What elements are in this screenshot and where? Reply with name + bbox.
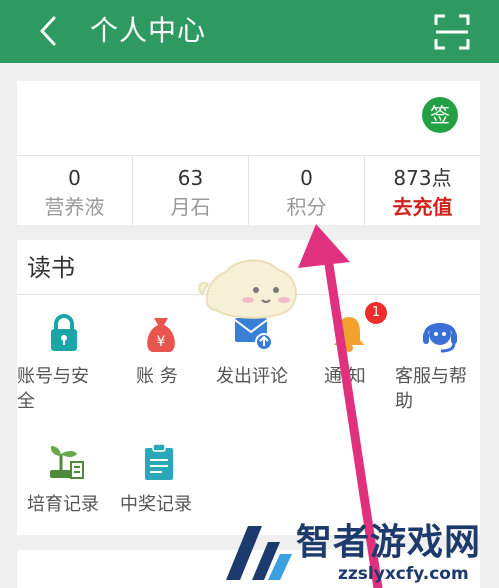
menu-item-finance[interactable]: ¥ 账 务 [114, 312, 208, 387]
menu-item-label: 中奖记录 [120, 494, 192, 515]
svg-text:¥: ¥ [157, 334, 166, 350]
watermark-logo-icon [226, 526, 292, 580]
watermark-title: 智者游戏网 [296, 522, 482, 563]
sprout-icon [50, 446, 84, 479]
menu-item-label: 账号与安 [17, 366, 89, 387]
stat-moonstone[interactable]: 63 月石 [132, 156, 248, 225]
stat-label: 积分 [286, 195, 327, 219]
menu-item-support[interactable]: 客服与帮 助 [393, 312, 487, 412]
stat-label: 营养液 [44, 195, 105, 219]
back-arrow-icon[interactable] [34, 14, 64, 48]
menu-item-label-cont: 全 [17, 391, 35, 412]
recharge-link[interactable]: 去充值 [365, 194, 480, 220]
menu-item-label: 客服与帮 [395, 366, 467, 387]
menu-item-account-security[interactable]: 账号与安 全 [17, 312, 111, 412]
scan-icon[interactable] [434, 14, 470, 50]
stats-row: 0 营养液 63 月石 0 积分 873点 去充值 [17, 155, 480, 225]
section-title: 读书 [27, 254, 75, 282]
stat-label: 月石 [170, 195, 211, 219]
app-header: 个人中心 [0, 0, 499, 63]
menu-item-label: 培育记录 [27, 494, 99, 515]
watermark-url: zzslyxcfy.com [338, 564, 469, 584]
stat-value: 0 [300, 166, 313, 190]
profile-card: 签 0 营养液 63 月石 0 积分 873点 去充值 [17, 81, 480, 225]
menu-item-label: 账 务 [136, 366, 178, 387]
lock-icon [51, 314, 77, 351]
stat-value: 63 [177, 166, 204, 190]
page-title: 个人中心 [90, 14, 207, 47]
menu-item-prize-record[interactable]: 中奖记录 [112, 440, 206, 515]
sign-in-button[interactable]: 签 [422, 97, 458, 133]
stat-nutrient[interactable]: 0 营养液 [17, 156, 132, 225]
stat-value: 873点 [393, 166, 452, 190]
stat-value: 0 [68, 166, 81, 190]
money-bag-icon: ¥ [147, 318, 175, 352]
stat-points[interactable]: 0 积分 [248, 156, 364, 225]
prize-clipboard-icon [145, 443, 173, 480]
headset-icon [423, 323, 457, 353]
stat-balance[interactable]: 873点 去充值 [364, 156, 480, 225]
menu-item-nurture-record[interactable]: 培育记录 [19, 440, 113, 515]
menu-item-label: 发出评论 [216, 366, 288, 387]
watermark: 智者游戏网 zzslyxcfy.com [222, 520, 499, 588]
